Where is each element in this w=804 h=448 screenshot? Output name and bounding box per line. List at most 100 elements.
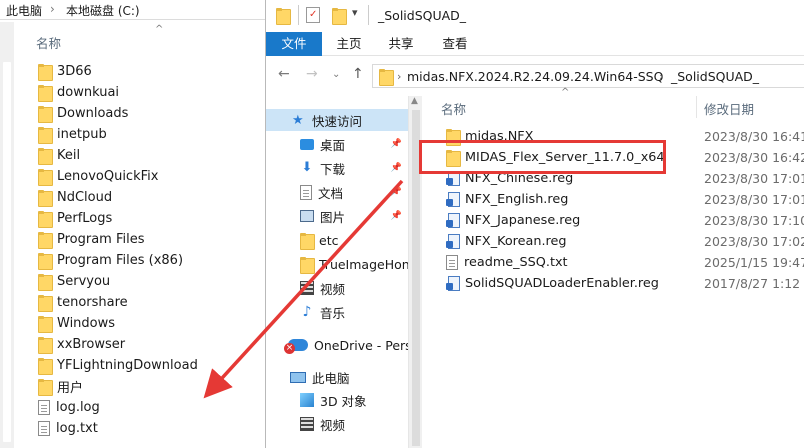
list-item[interactable]: 3D66	[38, 61, 198, 82]
folder-icon	[38, 274, 53, 291]
folder-icon	[38, 316, 53, 333]
list-item[interactable]: log.log	[38, 397, 198, 418]
nav-item[interactable]: 视频	[266, 277, 408, 299]
pin-icon[interactable]: 📌	[391, 187, 402, 197]
nav-item-label: 文档	[318, 185, 344, 201]
file-row[interactable]: NFX_English.reg 2023/8/30 17:01	[446, 189, 804, 210]
document-icon	[38, 421, 50, 436]
back-arrow-icon[interactable]: ←	[278, 66, 290, 82]
pin-icon[interactable]: 📌	[391, 163, 402, 173]
list-item[interactable]: xxBrowser	[38, 334, 198, 355]
nav-item[interactable]: etc	[266, 229, 408, 251]
properties-icon[interactable]: ✓	[306, 7, 320, 23]
sort-caret-icon: ^	[155, 24, 164, 35]
tab-home[interactable]: 主页	[334, 32, 364, 56]
nav-item[interactable]: 视频	[266, 413, 408, 435]
list-item[interactable]: YFLightningDownload	[38, 355, 198, 376]
list-item[interactable]: LenovoQuickFix	[38, 166, 198, 187]
file-date: 2023/8/30 17:10	[704, 213, 804, 228]
list-item-label: inetpub	[57, 127, 107, 142]
list-item-label: Downloads	[57, 106, 129, 121]
front-explorer-window: ✓ ▾ _SolidSQUAD_ 文件 主页 共享 查看 ← → ⌄ ↑ › m…	[265, 0, 804, 448]
column-header-date[interactable]: 修改日期	[704, 99, 754, 118]
new-folder-icon[interactable]	[332, 8, 347, 25]
nav-item[interactable]: 图片 📌	[266, 205, 408, 227]
file-name: NFX_Japanese.reg	[465, 213, 581, 228]
list-item[interactable]: Program Files (x86)	[38, 250, 198, 271]
forward-arrow-icon[interactable]: →	[306, 66, 318, 82]
column-header-name[interactable]: 名称	[36, 33, 61, 52]
column-divider[interactable]	[696, 96, 697, 118]
address-segment-parent[interactable]: midas.NFX.2024.R2.24.09.24.Win64-SSQ	[407, 69, 663, 84]
nav-item-label: 快速访问	[312, 113, 363, 129]
nav-item[interactable]: ⬇ 下载 📌	[266, 157, 408, 179]
list-item[interactable]: Program Files	[38, 229, 198, 250]
nav-item-label: 桌面	[320, 137, 346, 153]
nav-item-this-pc[interactable]: 此电脑	[266, 366, 408, 388]
file-row[interactable]: SolidSQUADLoaderEnabler.reg 2017/8/27 1:1…	[446, 273, 804, 294]
list-item[interactable]: tenorshare	[38, 292, 198, 313]
list-item-label: PerfLogs	[57, 211, 113, 226]
list-item[interactable]: inetpub	[38, 124, 198, 145]
list-item-label: Keil	[57, 148, 81, 163]
nav-item-quick-access[interactable]: ★ 快速访问	[266, 109, 408, 131]
customize-toolbar-icon[interactable]: ▾	[352, 6, 358, 19]
file-name: NFX_English.reg	[465, 192, 569, 207]
back-scrollbar[interactable]	[0, 22, 14, 448]
nav-item[interactable]: 桌面 📌	[266, 133, 408, 155]
navigation-pane: ★ 快速访问桌面 📌 ⬇ 下载 📌 文档 📌 图片 📌 etc TrueImageHon 视频 ♪ 音乐 On…	[266, 96, 408, 448]
nav-item[interactable]: TrueImageHon	[266, 253, 408, 275]
tab-file[interactable]: 文件	[266, 32, 322, 56]
list-item[interactable]: 用户	[38, 376, 198, 397]
file-row[interactable]: NFX_Japanese.reg 2023/8/30 17:10	[446, 210, 804, 231]
back-file-list: 3D66 downkuai Downloads inetpub Keil LenovoQu…	[38, 61, 198, 439]
video-icon	[300, 281, 314, 295]
chevron-right-icon: ›	[659, 70, 664, 83]
desktop-icon	[300, 138, 314, 150]
list-item[interactable]: Servyou	[38, 271, 198, 292]
breadcrumb[interactable]: 此电脑 › 本地磁盘 (C:)	[0, 0, 265, 20]
scroll-up-icon[interactable]: ▲	[411, 96, 418, 106]
breadcrumb-c-drive[interactable]: 本地磁盘 (C:)	[66, 2, 140, 19]
window-title: _SolidSQUAD_	[378, 8, 467, 23]
folder-icon	[38, 358, 53, 375]
list-item[interactable]: Windows	[38, 313, 198, 334]
up-arrow-icon[interactable]: ↑	[352, 66, 364, 82]
list-item[interactable]: Keil	[38, 145, 198, 166]
list-item-label: log.txt	[56, 421, 98, 436]
tab-view[interactable]: 查看	[440, 32, 470, 56]
back-scrollbar-thumb[interactable]	[3, 62, 11, 442]
file-name: readme_SSQ.txt	[464, 255, 568, 270]
divider	[368, 5, 369, 25]
file-row[interactable]: readme_SSQ.txt 2025/1/15 19:47	[446, 252, 804, 273]
recent-locations-icon[interactable]: ⌄	[332, 69, 340, 80]
registry-file-icon	[446, 213, 460, 228]
nav-item[interactable]: 3D 对象	[266, 389, 408, 411]
pin-icon[interactable]: 📌	[391, 211, 402, 221]
pin-icon[interactable]: 📌	[391, 139, 402, 149]
folder-icon	[38, 253, 53, 270]
list-item-label: Windows	[57, 316, 116, 331]
list-item[interactable]: downkuai	[38, 82, 198, 103]
nav-item[interactable]: 文档 📌	[266, 181, 408, 203]
title-bar[interactable]: ✓ ▾ _SolidSQUAD_	[266, 0, 804, 32]
address-bar[interactable]: › midas.NFX.2024.R2.24.09.24.Win64-SSQ ›…	[372, 64, 804, 88]
breadcrumb-this-pc[interactable]: 此电脑	[6, 2, 42, 19]
file-row[interactable]: NFX_Korean.reg 2023/8/30 17:02	[446, 231, 804, 252]
column-header-name[interactable]: 名称	[441, 99, 466, 118]
nav-item-onedrive[interactable]: OneDrive - Perso	[266, 334, 408, 356]
nav-item-label: 下载	[320, 161, 346, 177]
list-item[interactable]: log.txt	[38, 418, 198, 439]
list-item[interactable]: Downloads	[38, 103, 198, 124]
list-item[interactable]: PerfLogs	[38, 208, 198, 229]
list-item-label: Program Files (x86)	[57, 253, 184, 268]
file-date: 2023/8/30 17:01	[704, 171, 804, 186]
address-segment-current[interactable]: _SolidSQUAD_	[671, 69, 759, 84]
nav-item[interactable]: ♪ 音乐	[266, 301, 408, 323]
ribbon-tabs: 文件 主页 共享 查看	[266, 32, 804, 56]
folder-icon	[38, 85, 53, 102]
folder-icon	[379, 69, 394, 86]
music-icon: ♪	[302, 304, 312, 320]
list-item[interactable]: NdCloud	[38, 187, 198, 208]
tab-share[interactable]: 共享	[386, 32, 416, 56]
